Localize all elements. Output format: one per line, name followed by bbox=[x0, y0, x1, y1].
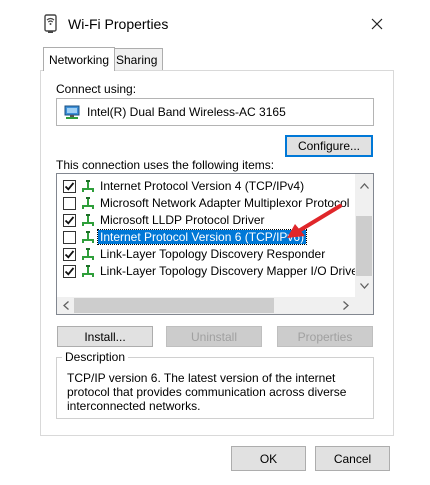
item-checkbox[interactable] bbox=[63, 180, 76, 193]
network-adapter-icon bbox=[64, 105, 80, 119]
uninstall-label: Uninstall bbox=[190, 329, 238, 344]
install-button[interactable]: Install... bbox=[57, 326, 153, 347]
list-item[interactable]: Link-Layer Topology Discovery Mapper I/O… bbox=[57, 263, 362, 280]
window-title: Wi-Fi Properties bbox=[68, 16, 169, 32]
scroll-right-icon[interactable] bbox=[340, 299, 352, 312]
vertical-scroll-thumb[interactable] bbox=[356, 216, 372, 276]
list-item[interactable]: Internet Protocol Version 4 (TCP/IPv4) bbox=[57, 178, 355, 195]
description-legend: Description bbox=[62, 350, 129, 364]
item-checkbox[interactable] bbox=[63, 248, 76, 261]
scroll-down-icon[interactable] bbox=[355, 280, 373, 292]
vertical-scrollbar[interactable] bbox=[355, 174, 373, 297]
item-label: Microsoft LLDP Protocol Driver bbox=[100, 213, 265, 227]
scroll-up-icon[interactable] bbox=[355, 180, 373, 192]
annotation-arrow-icon bbox=[287, 204, 342, 238]
items-list[interactable]: Internet Protocol Version 4 (TCP/IPv4) Mi… bbox=[56, 173, 374, 315]
adapter-name: Intel(R) Dual Band Wireless-AC 3165 bbox=[87, 105, 286, 119]
description-text: TCP/IP version 6. The latest version of … bbox=[67, 371, 347, 413]
tab-sharing[interactable]: Sharing bbox=[110, 48, 164, 70]
scroll-corner bbox=[355, 297, 373, 314]
cancel-button[interactable]: Cancel bbox=[315, 446, 390, 471]
item-checkbox[interactable] bbox=[63, 214, 76, 227]
items-label: This connection uses the following items… bbox=[56, 158, 275, 172]
tab-label: Networking bbox=[49, 52, 110, 67]
ok-button[interactable]: OK bbox=[231, 446, 306, 471]
item-label: Link-Layer Topology Discovery Responder bbox=[100, 247, 326, 261]
title-bar: Wi-Fi Properties bbox=[0, 0, 430, 48]
horizontal-scroll-thumb[interactable] bbox=[74, 298, 274, 313]
network-protocol-icon bbox=[81, 180, 95, 193]
tab-networking[interactable]: Networking bbox=[43, 47, 116, 71]
close-icon bbox=[371, 18, 383, 30]
connect-using-label: Connect using: bbox=[56, 82, 137, 96]
close-button[interactable] bbox=[360, 10, 394, 38]
adapter-field: Intel(R) Dual Band Wireless-AC 3165 bbox=[56, 98, 374, 126]
ok-label: OK bbox=[259, 451, 278, 466]
install-label: Install... bbox=[84, 329, 126, 344]
item-label: Internet Protocol Version 6 (TCP/IPv6) bbox=[96, 229, 308, 245]
network-protocol-icon bbox=[81, 214, 95, 227]
configure-button[interactable]: Configure... bbox=[285, 135, 373, 157]
tab-label: Sharing bbox=[116, 52, 158, 67]
cancel-label: Cancel bbox=[333, 451, 372, 466]
list-item[interactable]: Link-Layer Topology Discovery Responder bbox=[57, 246, 355, 263]
network-protocol-icon bbox=[81, 231, 95, 244]
uninstall-button[interactable]: Uninstall bbox=[166, 326, 262, 347]
horizontal-scrollbar[interactable] bbox=[57, 297, 355, 314]
configure-label: Configure... bbox=[297, 139, 361, 153]
properties-label: Properties bbox=[297, 329, 353, 344]
network-protocol-icon bbox=[81, 197, 95, 210]
item-checkbox[interactable] bbox=[63, 265, 76, 278]
scroll-left-icon[interactable] bbox=[60, 299, 72, 312]
network-protocol-icon bbox=[81, 248, 95, 261]
item-label: Link-Layer Topology Discovery Mapper I/O… bbox=[100, 264, 362, 278]
item-checkbox[interactable] bbox=[63, 197, 76, 210]
item-label: Internet Protocol Version 4 (TCP/IPv4) bbox=[100, 179, 305, 193]
item-checkbox[interactable] bbox=[63, 231, 76, 244]
properties-button[interactable]: Properties bbox=[277, 326, 373, 347]
wifi-properties-icon bbox=[44, 14, 57, 33]
network-protocol-icon bbox=[81, 265, 95, 278]
